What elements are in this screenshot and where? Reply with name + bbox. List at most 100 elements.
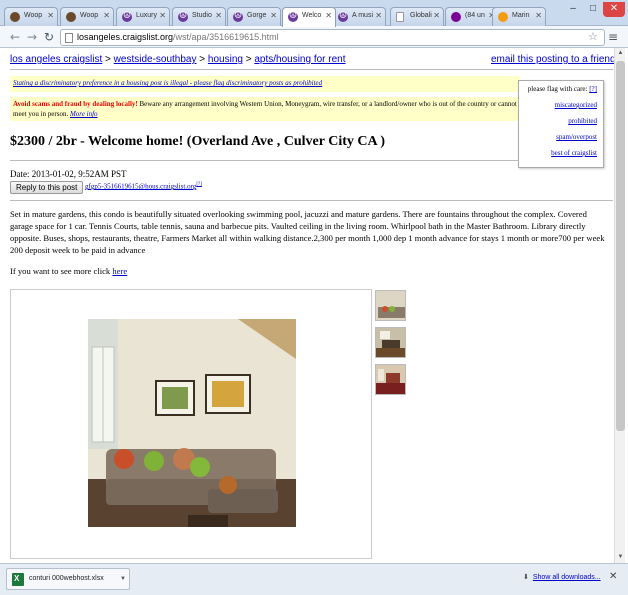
close-icon[interactable]: ✕ (375, 11, 382, 20)
minimize-button[interactable]: – (563, 2, 583, 17)
tab-label: Studio (192, 12, 212, 19)
scroll-thumb[interactable] (616, 61, 625, 431)
url-host: losangeles.craigslist.org (77, 32, 174, 42)
tab-4[interactable]: Studio ✕ (172, 7, 226, 26)
tab-label: Woop (80, 12, 99, 19)
discrimination-notice-link[interactable]: Stating a discriminatory preference in a… (13, 79, 322, 87)
download-filename: conturi 000webhost.xlsx (29, 575, 104, 582)
tab-1[interactable]: Woop ✕ (4, 7, 58, 26)
flag-miscategorized[interactable]: miscategorized (555, 101, 597, 109)
tab-label: Globali (410, 12, 432, 19)
breadcrumb-site[interactable]: los angeles craigslist (10, 54, 102, 65)
download-item[interactable]: conturi 000webhost.xlsx ▼ (6, 568, 130, 590)
page-icon (65, 33, 73, 43)
excel-file-icon (12, 569, 24, 589)
posting-date: Date: 2013-01-02, 9:52AM PST (10, 169, 127, 179)
tab-strip: Woop ✕ Woop ✕ Luxury ✕ Studio ✕ Gorge ✕ … (0, 0, 628, 27)
peace-icon (178, 10, 188, 22)
close-icon[interactable]: ✕ (159, 11, 166, 20)
browser-toolbar: ← → ↻ losangeles.craigslist.org/wst/apa/… (0, 26, 628, 48)
reply-email-link[interactable]: gfgp5-3516619615@hous.craigslist.org (85, 182, 196, 190)
thumbnail-3[interactable] (375, 364, 406, 395)
download-bar: conturi 000webhost.xlsx ▼ ⬇ Show all down… (0, 563, 628, 595)
posting-body: Set in mature gardens, this condo is bea… (10, 209, 605, 255)
close-icon[interactable]: ✕ (47, 11, 54, 20)
close-icon[interactable]: ✕ (103, 11, 110, 20)
tab-label: Gorge (247, 12, 267, 19)
bookmark-star-icon[interactable]: ☆ (588, 30, 598, 43)
menu-icon[interactable]: ≡ (608, 30, 618, 44)
window-close-button[interactable]: ✕ (603, 2, 625, 17)
thumbnail-1[interactable] (375, 290, 406, 321)
url-path: /wst/apa/3516619615.html (173, 32, 279, 42)
flag-prohibited[interactable]: prohibited (568, 117, 597, 125)
tab-label: Welco (302, 12, 322, 19)
more-text: If you want to see more click (10, 266, 113, 276)
page-viewport: los angeles craigslist > westside-southb… (0, 48, 628, 563)
breadcrumb-separator: > (242, 54, 255, 65)
peace-icon (288, 10, 298, 22)
scroll-up-arrow-icon[interactable]: ▲ (615, 48, 626, 59)
peace-icon (233, 10, 243, 22)
owl-icon (66, 12, 76, 22)
reply-button[interactable]: Reply to this post (10, 181, 84, 194)
scam-warning-heading: Avoid scams and fraud by dealing locally… (13, 100, 138, 108)
flag-header: please flag with care: (527, 85, 588, 93)
divider (10, 69, 613, 70)
peace-icon (338, 10, 348, 22)
tab-7[interactable]: A musi ✕ (332, 7, 386, 26)
tab-8[interactable]: Globali ✕ (390, 7, 444, 26)
bookmark-icon (498, 12, 508, 22)
breadcrumb-area[interactable]: westside-southbay (114, 54, 197, 65)
close-icon[interactable]: ✕ (215, 11, 222, 20)
more-link[interactable]: here (112, 266, 127, 276)
forward-arrow-icon[interactable]: → (25, 29, 39, 45)
page-icon (396, 12, 404, 22)
more-info-link[interactable]: More info (70, 110, 98, 118)
close-icon[interactable]: ✕ (535, 11, 542, 20)
main-photo[interactable] (88, 319, 296, 527)
show-all-downloads-link[interactable]: Show all downloads... (533, 574, 601, 581)
maximize-button[interactable]: □ (583, 2, 603, 17)
tab-5[interactable]: Gorge ✕ (227, 7, 281, 26)
divider (10, 160, 518, 161)
more-line: If you want to see more click here (10, 266, 127, 276)
breadcrumb-category[interactable]: apts/housing for rent (254, 54, 345, 65)
thumbnail-2[interactable] (375, 327, 406, 358)
tab-9[interactable]: (84 un ✕ (445, 7, 499, 26)
show-all-downloads[interactable]: ⬇ Show all downloads... (523, 573, 601, 581)
reply-email-help-link[interactable]: [?] (196, 182, 202, 187)
flag-help-link[interactable]: [?] (589, 85, 597, 93)
scrollbar[interactable]: ▲ ▼ (614, 48, 625, 563)
close-icon[interactable]: ✕ (609, 571, 617, 582)
tab-label: Woop (24, 12, 43, 19)
tab-6-active[interactable]: Welco ✕ (282, 7, 336, 27)
close-icon[interactable]: ✕ (433, 11, 440, 20)
tab-2[interactable]: Woop ✕ (60, 7, 114, 26)
tab-label: (84 un (465, 12, 485, 19)
flag-box: please flag with care: [?] miscategorize… (518, 80, 604, 168)
yahoo-icon (451, 12, 461, 22)
reload-icon[interactable]: ↻ (42, 29, 56, 45)
scroll-down-arrow-icon[interactable]: ▼ (615, 552, 626, 563)
discrimination-notice: Stating a discriminatory preference in a… (10, 76, 520, 92)
flag-best-of[interactable]: best of craigslist (551, 149, 597, 157)
reply-email: gfgp5-3516619615@hous.craigslist.org[?] (85, 182, 202, 190)
tab-label: A musi (352, 12, 374, 19)
peace-icon (122, 10, 132, 22)
tab-label: Luxury (136, 12, 158, 19)
breadcrumb-separator: > (196, 54, 208, 65)
posting-title: $2300 / 2br - Welcome home! (Overland Av… (10, 134, 385, 149)
close-icon[interactable]: ✕ (270, 11, 277, 20)
back-arrow-icon[interactable]: ← (8, 29, 22, 45)
close-icon[interactable]: ✕ (325, 11, 332, 20)
tab-3[interactable]: Luxury ✕ (116, 7, 170, 26)
flag-spam-overpost[interactable]: spam/overpost (556, 133, 597, 141)
address-bar[interactable]: losangeles.craigslist.org/wst/apa/351661… (60, 29, 605, 46)
email-posting-link[interactable]: email this posting to a friend (491, 54, 616, 65)
tab-10[interactable]: Marin ✕ (492, 7, 546, 26)
chevron-down-icon[interactable]: ▼ (120, 569, 126, 589)
breadcrumb: los angeles craigslist > westside-southb… (10, 54, 346, 65)
breadcrumb-section[interactable]: housing (208, 54, 243, 65)
owl-icon (10, 12, 20, 22)
